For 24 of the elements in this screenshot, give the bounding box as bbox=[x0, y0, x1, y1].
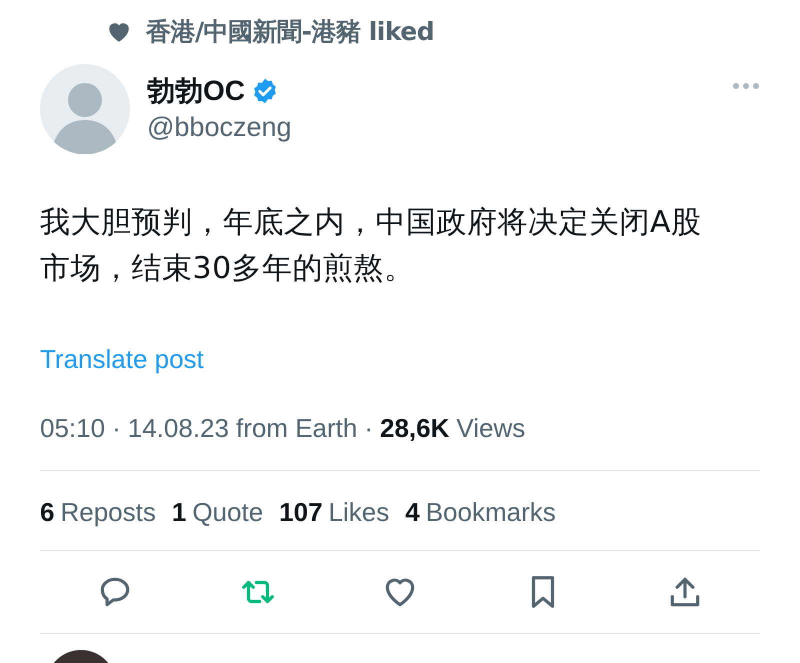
separator-dot: · bbox=[364, 412, 374, 445]
author-handle[interactable]: @bboczeng bbox=[147, 110, 292, 144]
post-date: 14.08.23 bbox=[128, 412, 229, 445]
stat-count: 4 bbox=[405, 496, 420, 529]
stat-label: Reposts bbox=[60, 496, 156, 529]
more-icon bbox=[732, 82, 760, 90]
stat-count: 1 bbox=[172, 496, 186, 529]
stat-link[interactable]: 107 Likes bbox=[279, 493, 390, 532]
stat-label: Bookmarks bbox=[426, 496, 556, 529]
post-source: from Earth bbox=[236, 412, 358, 445]
social-context-text: 香港/中國新聞-港豬 liked bbox=[146, 16, 434, 48]
post-text: 我大胆预判，年底之内，中国政府将决定关闭A股市场，结束30多年的煎熬。 bbox=[40, 204, 703, 288]
views-count: 28,6K bbox=[380, 412, 450, 445]
author-name[interactable]: 勃勃OC bbox=[147, 74, 245, 108]
stat-link[interactable]: 4 Bookmarks bbox=[405, 493, 556, 532]
stat-link[interactable]: 1 Quote bbox=[172, 493, 264, 532]
post-time: 05:10 bbox=[40, 412, 106, 445]
stat-label: Likes bbox=[328, 496, 390, 529]
separator-dot: · bbox=[112, 412, 121, 445]
stat-link[interactable]: 6 Reposts bbox=[40, 493, 156, 532]
stat-count: 6 bbox=[40, 496, 54, 529]
views-label: Views bbox=[456, 412, 526, 445]
stat-count: 107 bbox=[279, 496, 323, 529]
stat-label: Quote bbox=[192, 496, 264, 529]
